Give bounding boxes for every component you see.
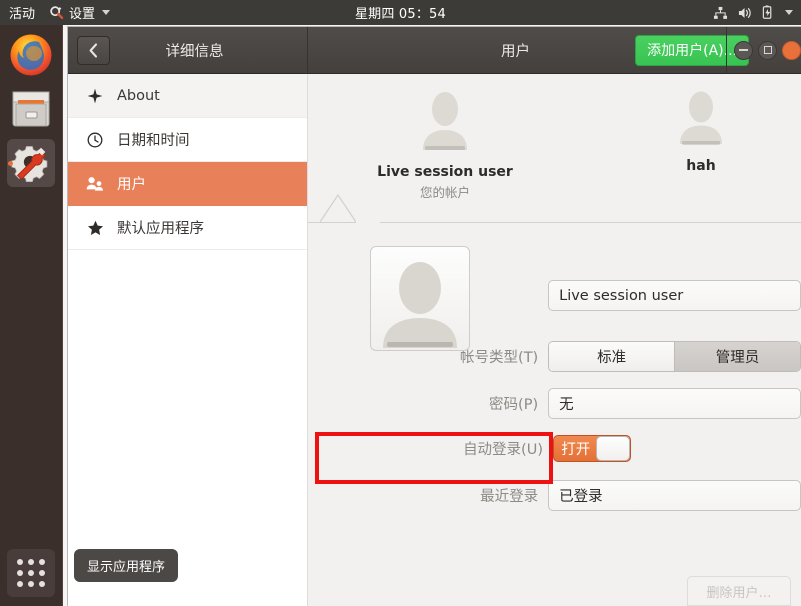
settings-sidebar: About 日期和时间 用户 默认应用程序 xyxy=(68,74,308,606)
window-controls xyxy=(726,27,801,74)
window-body: About 日期和时间 用户 默认应用程序 Live session user … xyxy=(68,74,801,606)
chevron-down-icon[interactable] xyxy=(785,10,793,15)
titlebar-left-pane: 详细信息 xyxy=(68,27,308,74)
app-grid-icon xyxy=(17,559,23,565)
carousel-divider xyxy=(308,222,801,223)
user-subtitle: 您的帐户 xyxy=(419,185,470,200)
autologin-label: 自动登录(U) xyxy=(463,442,543,458)
chevron-left-icon xyxy=(89,42,98,58)
battery-charging-icon xyxy=(762,5,774,20)
user-details-form: Live session user 帐号类型(T) 标准 管理员 密码(P) 无 xyxy=(308,234,801,511)
clock-icon xyxy=(86,131,104,149)
minimize-icon xyxy=(739,49,748,51)
password-label: 密码(P) xyxy=(489,397,539,413)
password-value-button[interactable]: 无 xyxy=(548,388,801,419)
sidebar-item-users[interactable]: 用户 xyxy=(68,162,307,206)
desktop-screen: 活动 设置 星期四 05：54 显示应用程序 详细信息 用户 添加用户(A)..… xyxy=(0,0,801,606)
settings-window: 详细信息 用户 添加用户(A)... About 日期和时间 用户 默认应用程序… xyxy=(68,27,801,606)
user-tile-other[interactable]: hah xyxy=(616,88,786,174)
gnome-top-bar: 活动 设置 星期四 05：54 xyxy=(0,0,801,25)
user-name: Live session user xyxy=(377,164,513,180)
sidebar-item-label: 用户 xyxy=(117,177,146,193)
sidebar-item-datetime[interactable]: 日期和时间 xyxy=(68,118,307,162)
user-name: hah xyxy=(686,158,716,174)
show-applications-button[interactable] xyxy=(7,549,55,597)
star-icon xyxy=(86,219,104,237)
sidebar-item-about[interactable]: About xyxy=(68,74,307,118)
avatar-button[interactable] xyxy=(370,246,470,351)
status-area[interactable] xyxy=(713,0,793,25)
maximize-button[interactable] xyxy=(758,40,777,60)
sidebar-item-default-apps[interactable]: 默认应用程序 xyxy=(68,206,307,250)
remove-user-button[interactable]: 删除用户… xyxy=(687,576,791,606)
settings-wrench-gear-icon xyxy=(11,146,48,182)
user-avatar-icon xyxy=(680,91,722,145)
row-last-login: 最近登录 已登录 xyxy=(308,480,801,511)
dock-item-settings[interactable] xyxy=(7,139,55,187)
user-avatar-icon xyxy=(383,262,457,348)
row-autologin: 自动登录(U) 打开 xyxy=(308,435,801,462)
username-input[interactable]: Live session user xyxy=(548,280,801,311)
clock[interactable]: 星期四 05：54 xyxy=(0,3,801,22)
window-titlebar: 详细信息 用户 添加用户(A)... xyxy=(68,27,801,74)
last-login-value: 已登录 xyxy=(548,480,801,511)
autologin-toggle[interactable]: 打开 xyxy=(553,435,631,462)
sparkle-icon xyxy=(86,87,104,105)
firefox-icon xyxy=(10,34,52,76)
user-tile-selected[interactable]: Live session user 您的帐户 xyxy=(360,88,530,201)
account-type-admin-option[interactable]: 管理员 xyxy=(674,342,800,371)
user-avatar-icon xyxy=(423,92,467,150)
row-password: 密码(P) 无 xyxy=(308,388,801,419)
last-login-label: 最近登录 xyxy=(480,489,539,505)
minimize-button[interactable] xyxy=(734,40,753,60)
close-button[interactable] xyxy=(782,40,801,60)
users-panel: Live session user 您的帐户 hah Live session … xyxy=(308,74,801,606)
sidebar-item-label: About xyxy=(117,87,160,104)
sidebar-item-label: 默认应用程序 xyxy=(117,221,204,237)
dock-item-files[interactable] xyxy=(7,85,55,133)
account-type-standard-option[interactable]: 标准 xyxy=(549,342,675,371)
left-dock xyxy=(0,25,63,606)
page-title-left: 详细信息 xyxy=(165,43,224,60)
sidebar-item-label: 日期和时间 xyxy=(117,133,190,149)
network-icon xyxy=(713,6,728,20)
show-applications-tooltip: 显示应用程序 xyxy=(74,549,179,582)
selection-notch xyxy=(320,194,380,223)
volume-icon xyxy=(737,6,753,20)
running-indicator-dot xyxy=(8,161,13,166)
toggle-knob xyxy=(596,436,630,461)
back-button[interactable] xyxy=(77,35,110,65)
dock-item-firefox[interactable] xyxy=(7,31,55,79)
autologin-state-label: 打开 xyxy=(561,442,591,458)
users-icon xyxy=(86,175,104,193)
file-manager-icon xyxy=(12,91,50,127)
user-carousel: Live session user 您的帐户 hah xyxy=(308,74,801,234)
account-type-segmented-control[interactable]: 标准 管理员 xyxy=(548,341,801,372)
maximize-icon xyxy=(763,46,772,54)
titlebar-right-pane: 用户 添加用户(A)... xyxy=(308,27,801,74)
